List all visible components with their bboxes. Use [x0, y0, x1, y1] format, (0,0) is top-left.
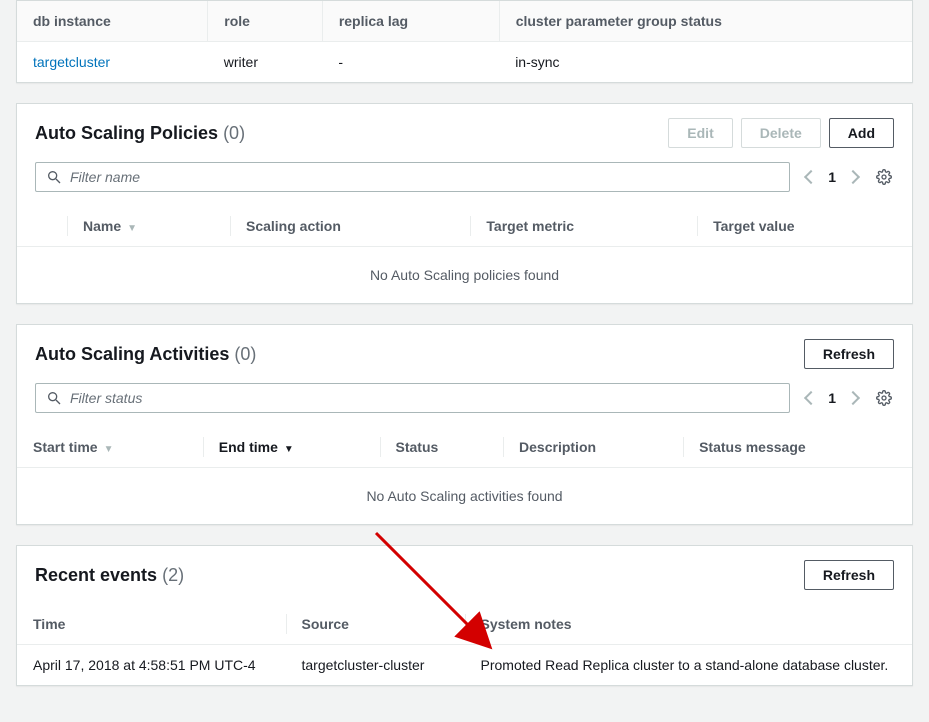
policies-filter-input-wrap[interactable]	[35, 162, 790, 192]
search-icon	[46, 390, 62, 406]
col-status-message[interactable]: Status message	[683, 427, 912, 468]
activities-table: Start time▼ End time▼ Status Description…	[17, 427, 912, 524]
col-cluster-param-status[interactable]: cluster parameter group status	[499, 1, 912, 42]
db-replica-lag: -	[322, 42, 499, 83]
table-row: targetcluster writer - in-sync	[17, 42, 912, 83]
col-target-value[interactable]: Target value	[697, 206, 912, 247]
gear-icon	[876, 169, 892, 185]
event-notes: Promoted Read Replica cluster to a stand…	[465, 645, 913, 686]
auto-scaling-activities-panel: Auto Scaling Activities (0) Refresh 1 St…	[16, 324, 913, 525]
settings-button[interactable]	[874, 388, 894, 408]
activities-filter-input[interactable]	[70, 390, 779, 406]
activities-filter-input-wrap[interactable]	[35, 383, 790, 413]
auto-scaling-activities-title: Auto Scaling Activities (0)	[35, 344, 256, 365]
events-table: Time Source System notes April 17, 2018 …	[17, 604, 912, 685]
events-count: (2)	[162, 565, 184, 585]
db-cluster-status: in-sync	[499, 42, 912, 83]
delete-button[interactable]: Delete	[741, 118, 821, 148]
recent-events-panel: Recent events (2) Refresh Time Source Sy…	[16, 545, 913, 686]
col-replica-lag[interactable]: replica lag	[322, 1, 499, 42]
policies-count: (0)	[223, 123, 245, 143]
policies-table: Name▼ Scaling action Target metric Targe…	[17, 206, 912, 303]
activities-pager: 1	[806, 390, 858, 406]
recent-events-title: Recent events (2)	[35, 565, 184, 586]
search-icon	[46, 169, 62, 185]
col-description[interactable]: Description	[503, 427, 683, 468]
col-start-time[interactable]: Start time▼	[17, 427, 203, 468]
pager-next[interactable]	[848, 169, 858, 185]
policies-pager: 1	[806, 169, 858, 185]
col-name[interactable]: Name▼	[67, 206, 230, 247]
policies-empty-row: No Auto Scaling policies found	[17, 247, 912, 304]
edit-button[interactable]: Edit	[668, 118, 732, 148]
table-row: April 17, 2018 at 4:58:51 PM UTC-4 targe…	[17, 645, 912, 686]
event-time: April 17, 2018 at 4:58:51 PM UTC-4	[17, 645, 286, 686]
event-source: targetcluster-cluster	[286, 645, 465, 686]
db-role: writer	[208, 42, 323, 83]
col-db-instance[interactable]: db instance	[17, 1, 208, 42]
col-time[interactable]: Time	[17, 604, 286, 645]
col-scaling-action[interactable]: Scaling action	[230, 206, 470, 247]
activities-refresh-button[interactable]: Refresh	[804, 339, 894, 369]
add-button[interactable]: Add	[829, 118, 894, 148]
activities-count: (0)	[234, 344, 256, 364]
col-role[interactable]: role	[208, 1, 323, 42]
pager-prev[interactable]	[806, 169, 816, 185]
db-instances-panel: db instance role replica lag cluster par…	[16, 0, 913, 83]
events-refresh-button[interactable]: Refresh	[804, 560, 894, 590]
col-status[interactable]: Status	[380, 427, 504, 468]
activities-empty-row: No Auto Scaling activities found	[17, 468, 912, 525]
col-source[interactable]: Source	[286, 604, 465, 645]
pager-prev[interactable]	[806, 390, 816, 406]
policies-filter-input[interactable]	[70, 169, 779, 185]
col-select	[17, 206, 67, 247]
db-instances-table: db instance role replica lag cluster par…	[17, 1, 912, 82]
auto-scaling-policies-title: Auto Scaling Policies (0)	[35, 123, 245, 144]
pager-page: 1	[828, 390, 836, 406]
pager-next[interactable]	[848, 390, 858, 406]
settings-button[interactable]	[874, 167, 894, 187]
gear-icon	[876, 390, 892, 406]
db-instance-link[interactable]: targetcluster	[33, 54, 110, 70]
col-system-notes[interactable]: System notes	[465, 604, 913, 645]
col-target-metric[interactable]: Target metric	[470, 206, 697, 247]
auto-scaling-policies-panel: Auto Scaling Policies (0) Edit Delete Ad…	[16, 103, 913, 304]
pager-page: 1	[828, 169, 836, 185]
col-end-time[interactable]: End time▼	[203, 427, 380, 468]
